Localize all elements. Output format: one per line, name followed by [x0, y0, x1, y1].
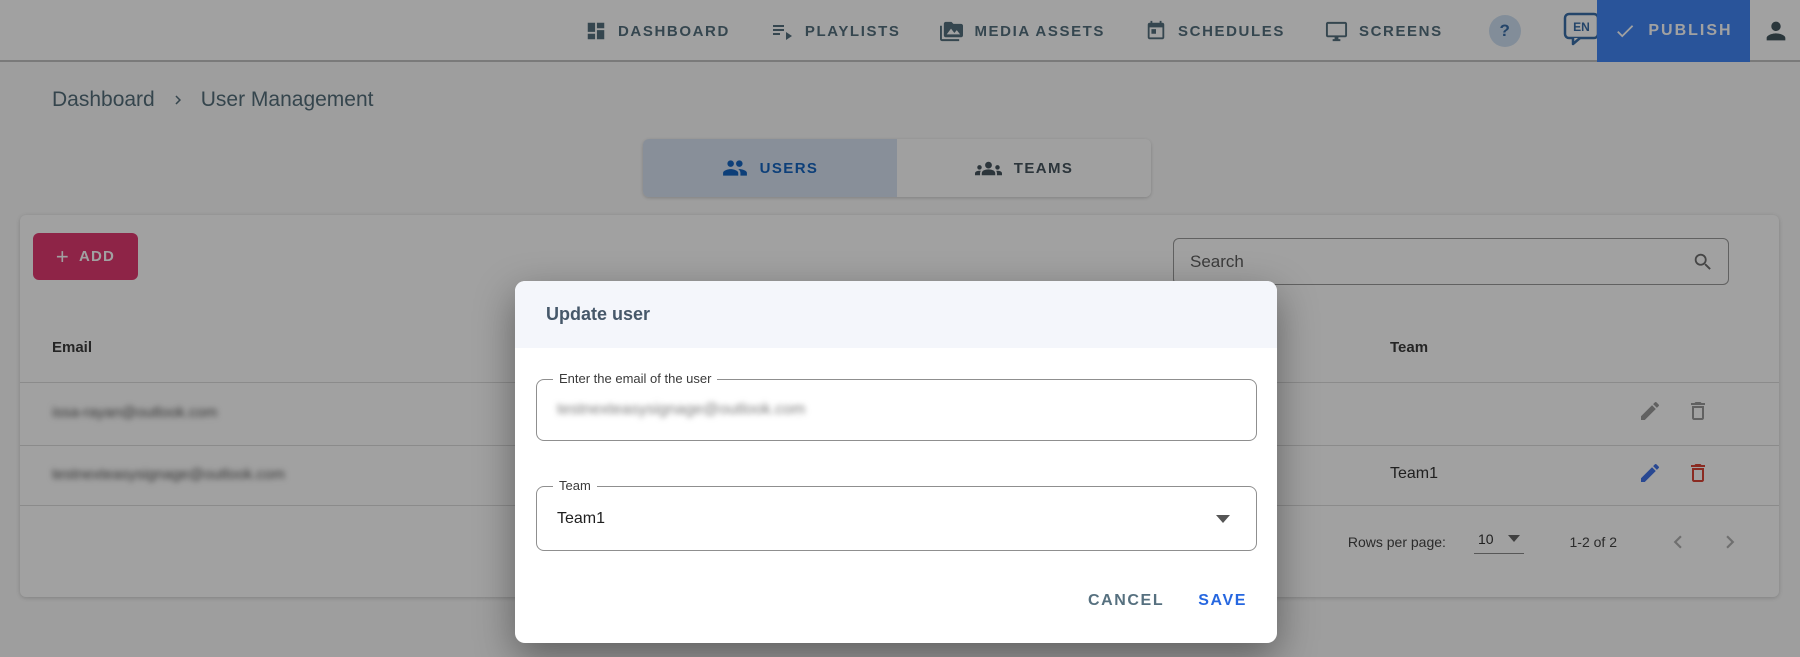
- dialog-title: Update user: [546, 304, 650, 325]
- caret-down-icon: [1216, 515, 1230, 523]
- update-user-dialog: Update user Enter the email of the user …: [515, 281, 1277, 643]
- email-field-label: Enter the email of the user: [553, 371, 717, 386]
- team-select[interactable]: Team Team1: [536, 486, 1257, 551]
- email-field-value: testnexteasysignage@outlook.com: [557, 401, 805, 419]
- app-root: DASHBOARD PLAYLISTS MEDIA ASSETS SCHEDUL…: [0, 0, 1800, 657]
- save-button[interactable]: SAVE: [1198, 592, 1247, 610]
- team-select-value: Team1: [557, 510, 605, 528]
- email-field[interactable]: Enter the email of the user testnexteasy…: [536, 379, 1257, 441]
- dialog-header: Update user: [515, 281, 1277, 348]
- cancel-button[interactable]: CANCEL: [1088, 592, 1164, 610]
- dialog-actions: CANCEL SAVE: [1088, 592, 1247, 610]
- team-select-label: Team: [553, 478, 597, 493]
